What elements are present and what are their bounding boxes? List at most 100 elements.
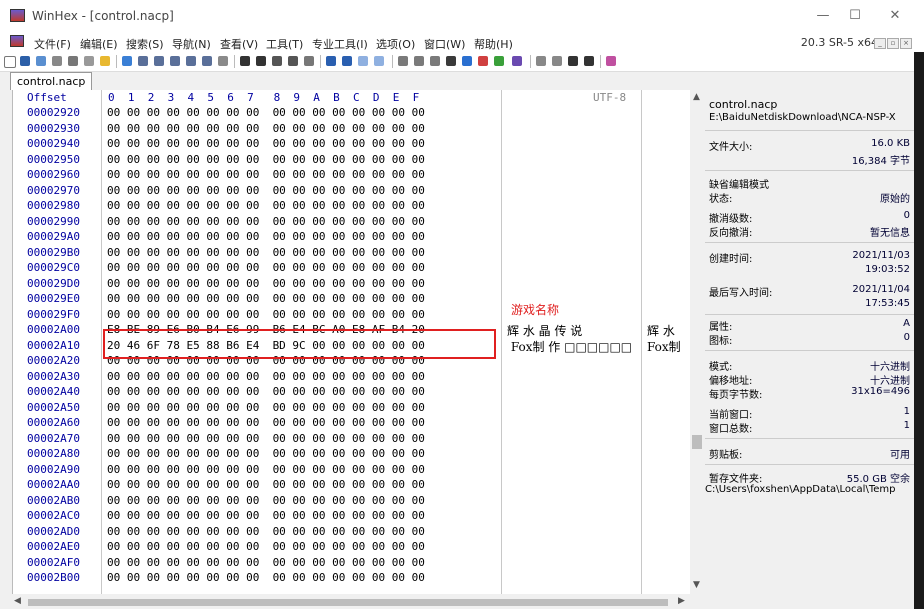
- horizontal-scroll-thumb[interactable]: [28, 599, 668, 606]
- winhex-app-icon[interactable]: [10, 9, 25, 22]
- hex-row[interactable]: 00002920 00 00 00 00 00 00 00 00 00 00 00…: [13, 106, 706, 120]
- properties-icon[interactable]: [84, 56, 94, 66]
- hex-row[interactable]: 000029B0 00 00 00 00 00 00 00 00 00 00 00…: [13, 246, 706, 260]
- image-icon[interactable]: [430, 56, 440, 66]
- replace-text-icon[interactable]: [272, 56, 282, 66]
- row-hex-bytes: 00 00 00 00 00 00 00 00 00 00 00 00 00 0…: [107, 183, 425, 197]
- hex-row[interactable]: 00002990 00 00 00 00 00 00 00 00 00 00 00…: [13, 215, 706, 229]
- disk-editor-icon[interactable]: [398, 56, 408, 66]
- horizontal-scrollbar[interactable]: ◀ ▶: [12, 594, 690, 609]
- menu-options[interactable]: 选项(O): [376, 36, 415, 52]
- hex-row[interactable]: 000029F0 00 00 00 00 00 00 00 00 00 00 00…: [13, 308, 706, 322]
- hex-row[interactable]: 00002A50 00 00 00 00 00 00 00 00 00 00 00…: [13, 401, 706, 415]
- tab-control-nacp[interactable]: control.nacp: [10, 72, 93, 90]
- next-icon[interactable]: [584, 56, 594, 66]
- calculator-icon[interactable]: [446, 56, 456, 66]
- replace-hex-icon[interactable]: [288, 56, 298, 66]
- doc-restore-button[interactable]: ▫: [887, 38, 899, 49]
- find-text-icon[interactable]: [240, 56, 250, 66]
- template-icon[interactable]: [552, 56, 562, 66]
- menu-navigate[interactable]: 导航(N): [172, 36, 211, 52]
- hex-row[interactable]: 00002940 00 00 00 00 00 00 00 00 00 00 00…: [13, 137, 706, 151]
- hex-row[interactable]: 00002AE0 00 00 00 00 00 00 00 00 00 00 00…: [13, 540, 706, 554]
- undo-icon[interactable]: [122, 56, 132, 66]
- hex-row[interactable]: 000029A0 00 00 00 00 00 00 00 00 00 00 00…: [13, 230, 706, 244]
- row-offset: 00002A10: [27, 338, 80, 352]
- paste-write-icon[interactable]: [202, 56, 212, 66]
- window-title: WinHex - [control.nacp]: [32, 9, 174, 23]
- find-hex-icon[interactable]: [256, 56, 266, 66]
- hex-row[interactable]: 00002AB0 00 00 00 00 00 00 00 00 00 00 00…: [13, 494, 706, 508]
- forward-icon[interactable]: [374, 56, 384, 66]
- hex-row[interactable]: 00002980 00 00 00 00 00 00 00 00 00 00 00…: [13, 199, 706, 213]
- menu-file[interactable]: 文件(F): [34, 36, 71, 52]
- hex-row[interactable]: 00002950 00 00 00 00 00 00 00 00 00 00 00…: [13, 153, 706, 167]
- hex-row[interactable]: 00002A40 00 00 00 00 00 00 00 00 00 00 00…: [13, 385, 706, 399]
- menu-pro-tools[interactable]: 专业工具(I): [312, 36, 368, 52]
- info-divider: [705, 170, 914, 171]
- menu-help[interactable]: 帮助(H): [474, 36, 513, 52]
- vertical-scroll-thumb[interactable]: [692, 435, 702, 449]
- hex-row[interactable]: 00002AF0 00 00 00 00 00 00 00 00 00 00 00…: [13, 556, 706, 570]
- hex-row[interactable]: 000029C0 00 00 00 00 00 00 00 00 00 00 00…: [13, 261, 706, 275]
- menu-search[interactable]: 搜索(S): [126, 36, 164, 52]
- hex-row[interactable]: 00002A80 00 00 00 00 00 00 00 00 00 00 00…: [13, 447, 706, 461]
- goto-offset-icon[interactable]: [326, 56, 336, 66]
- hex-row[interactable]: 000029D0 00 00 00 00 00 00 00 00 00 00 00…: [13, 277, 706, 291]
- save-icon[interactable]: [36, 56, 46, 66]
- row-offset: 00002960: [27, 168, 80, 181]
- hex-row[interactable]: 00002A30 00 00 00 00 00 00 00 00 00 00 00…: [13, 370, 706, 384]
- hex-row[interactable]: 00002AA0 00 00 00 00 00 00 00 00 00 00 00…: [13, 478, 706, 492]
- doc-close-button[interactable]: ×: [900, 38, 912, 49]
- hex-row[interactable]: 00002AC0 00 00 00 00 00 00 00 00 00 00 00…: [13, 509, 706, 523]
- hex-row[interactable]: 000029E0 00 00 00 00 00 00 00 00 00 00 00…: [13, 292, 706, 306]
- back-icon[interactable]: [358, 56, 368, 66]
- close-button[interactable]: ✕: [880, 6, 910, 26]
- help-icon[interactable]: [606, 56, 616, 66]
- menu-edit[interactable]: 编辑(E): [80, 36, 118, 52]
- goto-sector-icon[interactable]: [342, 56, 352, 66]
- prev-icon[interactable]: [568, 56, 578, 66]
- vertical-scrollbar[interactable]: ▲ ▼: [690, 90, 705, 595]
- scroll-left-icon[interactable]: ◀: [14, 596, 21, 606]
- hex-row[interactable]: 00002A70 00 00 00 00 00 00 00 00 00 00 00…: [13, 432, 706, 446]
- menu-window[interactable]: 窗口(W): [424, 36, 465, 52]
- folder-icon[interactable]: [100, 56, 110, 66]
- find-next-icon[interactable]: [304, 56, 314, 66]
- zoom-icon[interactable]: [462, 56, 472, 66]
- hex-row[interactable]: 00002A60 00 00 00 00 00 00 00 00 00 00 00…: [13, 416, 706, 430]
- doc-minimize-button[interactable]: _: [874, 38, 886, 49]
- hex-row[interactable]: 00002B00 00 00 00 00 00 00 00 00 00 00 00…: [13, 571, 706, 585]
- hex-row[interactable]: 00002AD0 00 00 00 00 00 00 00 00 00 00 00…: [13, 525, 706, 539]
- maximize-button[interactable]: ☐: [840, 6, 870, 26]
- copy-block-icon[interactable]: [170, 56, 180, 66]
- fill-icon[interactable]: [218, 56, 228, 66]
- hex-row[interactable]: 00002930 00 00 00 00 00 00 00 00 00 00 00…: [13, 122, 706, 136]
- print-icon[interactable]: [52, 56, 62, 66]
- tools-icon[interactable]: [478, 56, 488, 66]
- scroll-right-icon[interactable]: ▶: [678, 596, 685, 606]
- minimize-button[interactable]: —: [808, 6, 838, 26]
- menu-tools[interactable]: 工具(T): [266, 36, 303, 52]
- hex-row[interactable]: 00002A90 00 00 00 00 00 00 00 00 00 00 00…: [13, 463, 706, 477]
- record-view-icon[interactable]: [536, 56, 546, 66]
- hex-row[interactable]: 00002960 00 00 00 00 00 00 00 00 00 00 00…: [13, 168, 706, 182]
- disk-icon[interactable]: [68, 56, 78, 66]
- hex-editor-view[interactable]: Offset 0 1 2 3 4 5 6 7 8 9 A B C D E F U…: [12, 90, 706, 595]
- scroll-up-icon[interactable]: ▲: [693, 92, 700, 102]
- new-file-icon[interactable]: [4, 56, 16, 68]
- ram-editor-icon[interactable]: [414, 56, 424, 66]
- settings-icon[interactable]: [512, 56, 522, 66]
- copy-icon[interactable]: [154, 56, 164, 66]
- paste-icon[interactable]: [186, 56, 196, 66]
- left-edge: [0, 90, 12, 609]
- open-file-icon[interactable]: [20, 56, 30, 66]
- analyze-icon[interactable]: [494, 56, 504, 66]
- document-menu-icon[interactable]: [10, 35, 24, 47]
- toolbar-separator: [530, 55, 531, 68]
- menu-view[interactable]: 查看(V): [220, 36, 258, 52]
- scroll-down-icon[interactable]: ▼: [693, 580, 700, 590]
- desktop-edge: [914, 52, 924, 609]
- hex-row[interactable]: 00002970 00 00 00 00 00 00 00 00 00 00 00…: [13, 184, 706, 198]
- cut-icon[interactable]: [138, 56, 148, 66]
